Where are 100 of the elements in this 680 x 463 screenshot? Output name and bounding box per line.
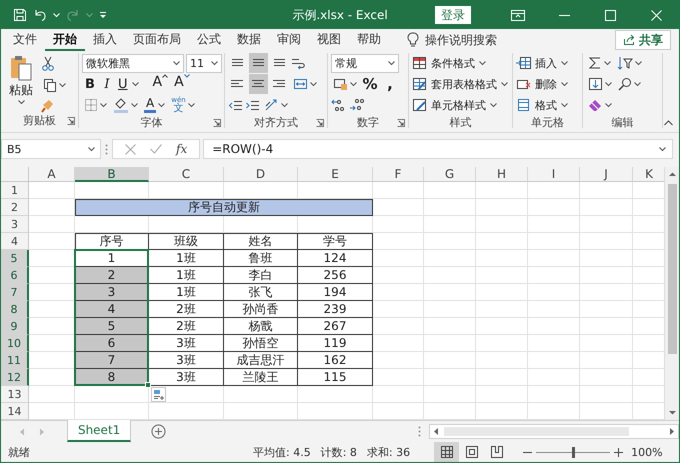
add-sheet-icon[interactable]	[151, 424, 166, 439]
sheet-cell[interactable]	[580, 250, 633, 267]
vertical-scrollbar[interactable]	[664, 167, 679, 420]
undo-icon[interactable]	[33, 8, 47, 22]
save-icon[interactable]	[13, 8, 27, 22]
sheet-cell[interactable]	[580, 182, 633, 199]
column-header[interactable]: B	[75, 167, 149, 182]
sheet-cell[interactable]	[476, 369, 528, 386]
quick-analysis-icon[interactable]	[151, 387, 166, 402]
column-header[interactable]: K	[633, 167, 664, 182]
row-header[interactable]: 7	[1, 284, 29, 301]
sheet-cell[interactable]	[528, 267, 580, 284]
sheet-tab[interactable]: Sheet1	[66, 420, 132, 442]
dialog-launcher-icon[interactable]	[67, 116, 75, 125]
row-header[interactable]: 10	[1, 335, 29, 352]
row-header[interactable]: 12	[1, 369, 29, 386]
sheet-cell[interactable]	[528, 318, 580, 335]
sheet-cell[interactable]	[373, 369, 424, 386]
sheet-cell[interactable]	[580, 369, 633, 386]
sheet-cell[interactable]	[528, 335, 580, 352]
wrap-text-icon[interactable]	[291, 56, 306, 70]
zoom-thumb[interactable]	[572, 446, 576, 458]
row-header[interactable]: 13	[1, 386, 29, 403]
column-header[interactable]: G	[424, 167, 476, 182]
sheet-cell[interactable]	[424, 318, 476, 335]
zoom-in-icon[interactable]	[614, 448, 624, 456]
sheet-cell[interactable]	[528, 369, 580, 386]
sheet-cell[interactable]	[373, 284, 424, 301]
ribbon-tab[interactable]: 审阅	[269, 29, 309, 52]
fill-handle[interactable]	[145, 382, 151, 388]
ribbon-tab[interactable]: 文件	[5, 29, 45, 52]
sheet-cell[interactable]	[424, 267, 476, 284]
sheet-cell[interactable]	[476, 233, 528, 250]
sheet-cell[interactable]	[373, 216, 424, 233]
sheet-cell[interactable]	[29, 233, 75, 250]
sheet-cell[interactable]	[373, 182, 424, 199]
sheet-cell[interactable]	[580, 301, 633, 318]
sheet-cell[interactable]	[580, 335, 633, 352]
sheet-cell[interactable]	[29, 386, 75, 403]
align-center-button[interactable]	[249, 74, 268, 94]
sheet-cell[interactable]	[580, 318, 633, 335]
share-button[interactable]: 共享	[615, 30, 671, 50]
sheet-cell[interactable]	[424, 233, 476, 250]
row-header[interactable]: 2	[1, 199, 29, 216]
sheet-cell[interactable]	[373, 199, 424, 216]
comma-button[interactable]: ,	[381, 74, 399, 94]
paste-button[interactable]: 粘贴	[4, 53, 38, 114]
select-all-button[interactable]	[1, 167, 29, 182]
grow-font-button[interactable]: A	[150, 74, 170, 94]
column-header[interactable]: I	[528, 167, 580, 182]
shrink-font-button[interactable]: A	[172, 74, 192, 94]
sheet-cell[interactable]	[476, 267, 528, 284]
row-header[interactable]: 9	[1, 318, 29, 335]
sheet-cell[interactable]	[528, 250, 580, 267]
sheet-cell[interactable]	[224, 216, 298, 233]
sheet-cell[interactable]	[424, 199, 476, 216]
sheet-cell[interactable]	[476, 386, 528, 403]
increase-decimal-icon[interactable]	[331, 98, 347, 112]
ribbon-command[interactable]: 插入	[516, 53, 568, 74]
ribbon-command[interactable]: 套用表格格式	[412, 74, 508, 94]
sheet-cell[interactable]	[476, 335, 528, 352]
sheet-cell[interactable]	[580, 233, 633, 250]
formula-field[interactable]: =ROW()-4	[203, 139, 673, 159]
sheet-cell[interactable]	[424, 284, 476, 301]
sheet-cell[interactable]	[476, 352, 528, 369]
ribbon-tab[interactable]: 帮助	[349, 29, 389, 52]
percent-button[interactable]: %	[361, 74, 379, 94]
ribbon-tab[interactable]: 数据	[229, 29, 269, 52]
ribbon-tab[interactable]: 视图	[309, 29, 349, 52]
login-button[interactable]: 登录	[435, 6, 471, 24]
sheet-cell[interactable]	[373, 250, 424, 267]
format-painter-icon[interactable]	[41, 99, 55, 114]
dialog-launcher-icon[interactable]	[397, 118, 405, 127]
sheet-cell[interactable]	[373, 318, 424, 335]
cut-icon[interactable]	[41, 56, 55, 72]
sheet-cell[interactable]	[29, 216, 75, 233]
sheet-cell[interactable]	[424, 352, 476, 369]
sheet-cell[interactable]	[149, 386, 224, 403]
sheet-cell[interactable]	[580, 284, 633, 301]
sheet-cell[interactable]	[373, 335, 424, 352]
ribbon-command[interactable]: 条件格式	[412, 53, 508, 74]
sheet-cell[interactable]	[424, 386, 476, 403]
font-color-button[interactable]: A	[142, 95, 168, 116]
column-header[interactable]: J	[580, 167, 633, 182]
cancel-icon[interactable]	[125, 144, 136, 155]
sheet-cell[interactable]	[298, 216, 373, 233]
sheet-cell[interactable]	[29, 182, 75, 199]
enter-icon[interactable]	[150, 144, 162, 154]
name-box[interactable]: B5	[1, 139, 101, 159]
sheet-cell[interactable]	[149, 216, 224, 233]
scroll-thumb[interactable]	[668, 184, 677, 354]
view-button[interactable]	[434, 442, 460, 462]
column-header[interactable]: C	[149, 167, 224, 182]
sheet-cell[interactable]	[580, 216, 633, 233]
sheet-cell[interactable]	[580, 199, 633, 216]
ribbon-tab[interactable]: 插入	[85, 29, 125, 52]
horizontal-scrollbar[interactable]	[429, 424, 679, 439]
sheet-cell[interactable]	[528, 301, 580, 318]
ribbon-tab[interactable]: 页面布局	[125, 29, 189, 52]
close-icon[interactable]	[650, 10, 662, 21]
